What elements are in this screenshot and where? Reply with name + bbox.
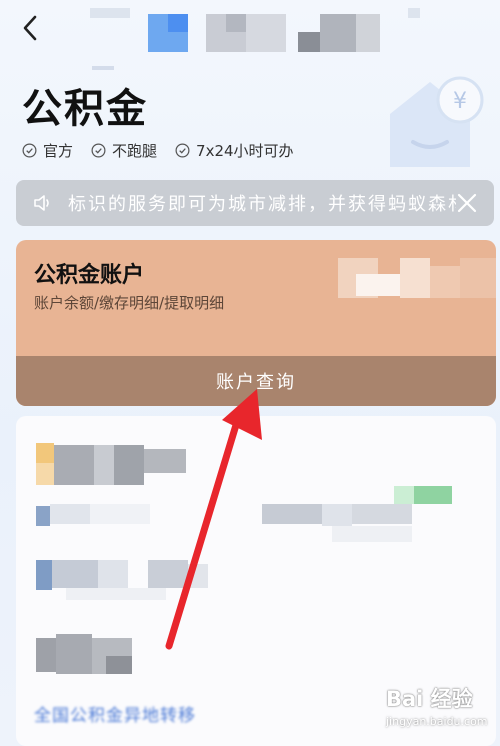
- account-query-label: 账户查询: [216, 372, 296, 393]
- chevron-left-icon: [23, 15, 37, 41]
- tag-24-7: 7x24小时可办: [175, 140, 294, 161]
- blurred-card-info: [338, 256, 496, 300]
- speaker-icon: [34, 195, 49, 211]
- check-circle-icon: [175, 143, 190, 158]
- page-title: 公积金: [22, 86, 148, 132]
- notice-banner[interactable]: 标识的服务即可为城市减排，并获得蚂蚁森林: [16, 180, 494, 226]
- card-title: 公积金账户: [34, 263, 145, 288]
- check-circle-icon: [91, 143, 106, 158]
- watermark-logo: Bai 经验: [386, 687, 473, 711]
- tag-official: 官方: [22, 140, 73, 161]
- tag-label: 不跑腿: [112, 142, 158, 160]
- baidu-watermark: Bai 经验 jingyan.baidu.com: [384, 681, 496, 733]
- feature-tags: 官方 不跑腿 7x24小时可办: [22, 140, 294, 161]
- close-icon[interactable]: [456, 192, 478, 214]
- account-query-button[interactable]: 账户查询: [16, 356, 496, 406]
- house-yuan-icon: ¥: [390, 76, 484, 167]
- tag-no-errands: 不跑腿: [91, 140, 157, 161]
- blurred-service-row-1: [36, 486, 456, 546]
- blurred-service-row-2: [36, 560, 216, 600]
- blurred-section-title-2: [36, 634, 146, 676]
- tag-label: 官方: [43, 142, 74, 160]
- card-subtitle: 账户余额/缴存明细/提取明细: [34, 294, 225, 312]
- notice-text: 标识的服务即可为城市减排，并获得蚂蚁森林: [68, 194, 456, 215]
- account-card[interactable]: 公积金账户 账户余额/缴存明细/提取明细 账户查询: [16, 240, 496, 406]
- blurred-mark: [92, 66, 114, 70]
- check-circle-icon: [22, 143, 37, 158]
- blurred-section-title: [36, 443, 186, 485]
- cross-region-transfer-link[interactable]: 全国公积金异地转移: [34, 701, 196, 726]
- tag-label: 7x24小时可办: [196, 142, 294, 160]
- blurred-header-title: [90, 8, 420, 58]
- back-button[interactable]: [14, 12, 46, 44]
- svg-text:¥: ¥: [453, 89, 467, 114]
- watermark-url: jingyan.baidu.com: [386, 715, 488, 728]
